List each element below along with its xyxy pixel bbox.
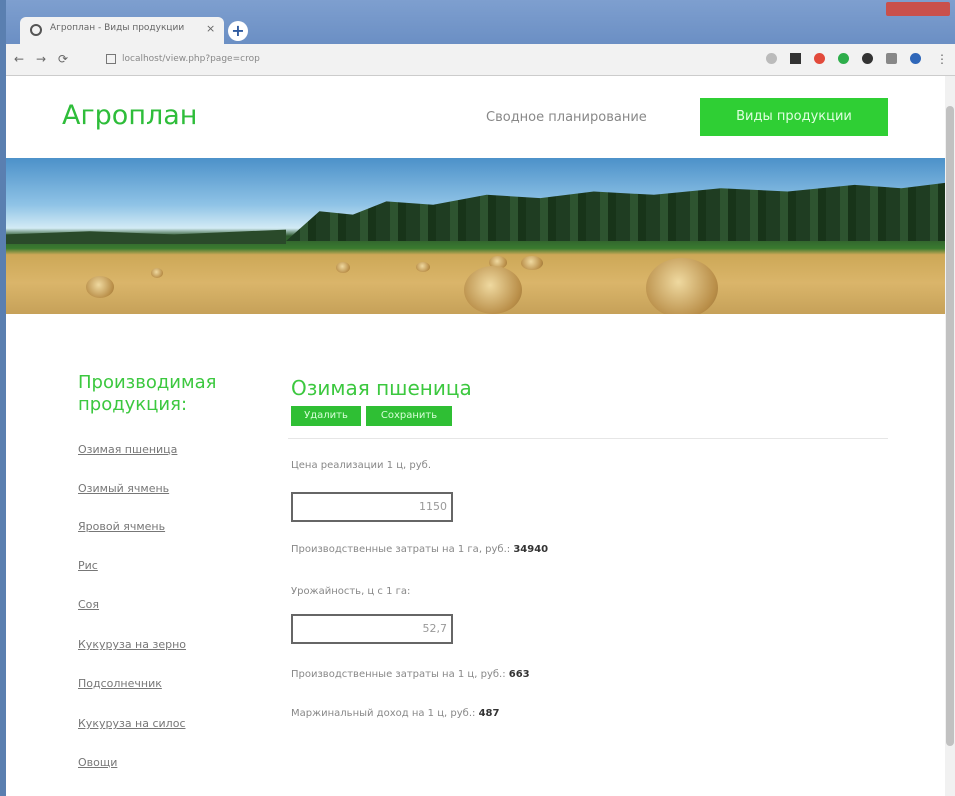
- scrollbar[interactable]: [945, 76, 955, 796]
- sidebar-item-soy[interactable]: Соя: [78, 598, 99, 611]
- divider: [288, 438, 888, 439]
- browser-window: Агроплан - Виды продукции × + ← → ⟳ loca…: [6, 0, 955, 796]
- margin-label: Маржинальный доход на 1 ц, руб.:: [291, 708, 476, 719]
- sidebar-title: Производимая продукция:: [78, 372, 216, 416]
- hay-bale: [521, 256, 543, 270]
- hay-bale: [464, 266, 522, 314]
- yield-label: Урожайность, ц с 1 га:: [291, 586, 411, 597]
- margin-row: Маржинальный доход на 1 ц, руб.: 487: [291, 708, 499, 719]
- hay-bale: [151, 268, 163, 278]
- cost-per-centner-row: Производственные затраты на 1 ц, руб.: 6…: [291, 669, 530, 680]
- forward-arrow-icon[interactable]: →: [36, 52, 46, 66]
- hay-bale: [646, 258, 718, 314]
- scrollbar-thumb[interactable]: [946, 106, 954, 746]
- sidebar-item-corn-silage[interactable]: Кукуруза на силос: [78, 717, 186, 730]
- margin-value: 487: [478, 708, 500, 719]
- address-bar[interactable]: localhost/view.php?page=crop: [106, 49, 606, 69]
- banner-treeline: [6, 229, 286, 244]
- sidebar-item-winter-barley[interactable]: Озимый ячмень: [78, 482, 169, 495]
- menu-dots-icon[interactable]: ⋮: [936, 52, 948, 66]
- tab-title: Агроплан - Виды продукции: [50, 23, 185, 33]
- hay-bale: [416, 262, 430, 272]
- cost-per-centner-label: Производственные затраты на 1 ц, руб.:: [291, 669, 506, 680]
- extension-icon[interactable]: [862, 53, 873, 64]
- sidebar-title-line2: продукция:: [78, 394, 188, 415]
- site-logo[interactable]: Агроплан: [62, 100, 197, 131]
- hero-banner-image: [6, 158, 955, 314]
- reload-icon[interactable]: ⟳: [58, 52, 68, 66]
- delete-button[interactable]: Удалить: [291, 406, 361, 426]
- cost-per-ha-value: 34940: [513, 544, 549, 555]
- close-tab-icon[interactable]: ×: [206, 22, 215, 35]
- sidebar-item-corn-grain[interactable]: Кукуруза на зерно: [78, 638, 186, 651]
- new-tab-button[interactable]: +: [228, 21, 248, 41]
- extension-icon[interactable]: [814, 53, 825, 64]
- nav-button-product-types[interactable]: Виды продукции: [700, 98, 888, 136]
- browser-tab[interactable]: Агроплан - Виды продукции ×: [20, 17, 224, 44]
- url-text: localhost/view.php?page=crop: [122, 54, 260, 64]
- extension-icon[interactable]: [838, 53, 849, 64]
- profile-avatar-icon[interactable]: [910, 53, 921, 64]
- page-info-icon: [106, 53, 116, 64]
- sidebar-title-line1: Производимая: [78, 372, 217, 393]
- product-title: Озимая пшеница: [291, 376, 472, 400]
- banner-forest: [286, 181, 955, 241]
- browser-titlebar: Агроплан - Виды продукции × +: [6, 0, 955, 44]
- extension-icon[interactable]: [886, 53, 897, 64]
- sidebar-item-winter-wheat[interactable]: Озимая пшеница: [78, 443, 177, 456]
- browser-toolbar: ← → ⟳ localhost/view.php?page=crop ⋮: [6, 44, 955, 76]
- globe-icon: [30, 24, 42, 36]
- extension-icon[interactable]: [790, 53, 801, 64]
- star-icon[interactable]: [766, 53, 777, 64]
- hay-bale: [336, 262, 350, 273]
- cost-per-ha-row: Производственные затраты на 1 га, руб.: …: [291, 544, 548, 555]
- save-button[interactable]: Сохранить: [366, 406, 452, 426]
- sidebar-item-spring-barley[interactable]: Яровой ячмень: [78, 520, 165, 533]
- nav-link-summary-planning[interactable]: Сводное планирование: [486, 110, 647, 125]
- price-label: Цена реализации 1 ц, руб.: [291, 460, 432, 471]
- sidebar-item-rice[interactable]: Рис: [78, 559, 98, 572]
- hay-bale: [86, 276, 114, 298]
- yield-input[interactable]: 52,7: [291, 614, 453, 644]
- sidebar-item-vegetables[interactable]: Овощи: [78, 756, 117, 769]
- cost-per-ha-label: Производственные затраты на 1 га, руб.:: [291, 544, 511, 555]
- cost-per-centner-value: 663: [508, 669, 530, 680]
- window-close-button[interactable]: [886, 2, 950, 16]
- price-input[interactable]: 1150: [291, 492, 453, 522]
- back-arrow-icon[interactable]: ←: [14, 52, 24, 66]
- sidebar-item-sunflower[interactable]: Подсолнечник: [78, 677, 162, 690]
